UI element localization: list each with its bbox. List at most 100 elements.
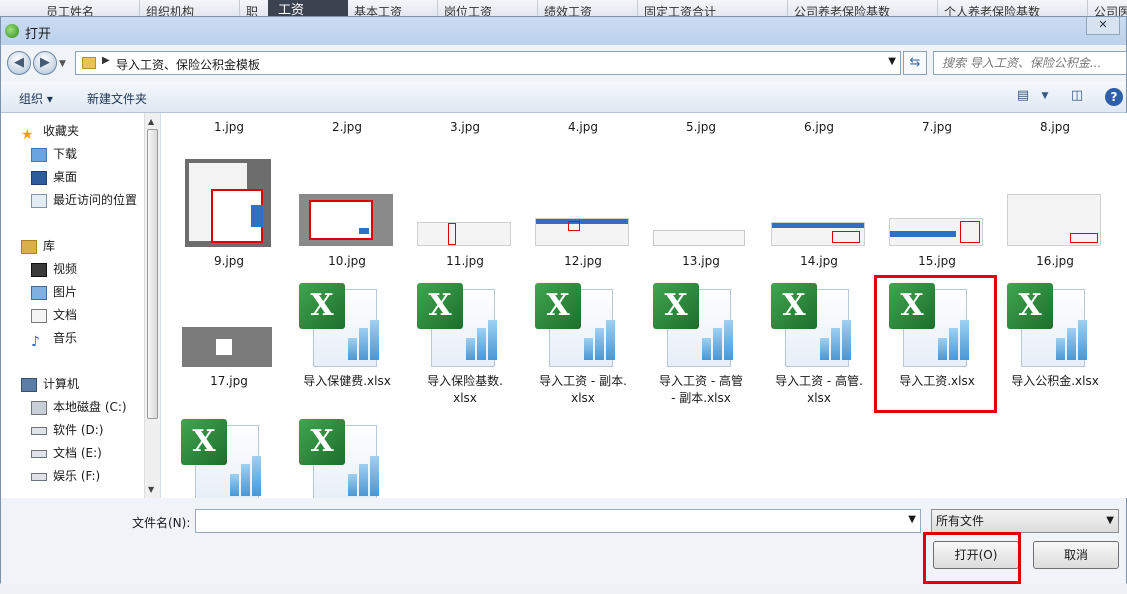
file-name: 8.jpg: [1039, 120, 1071, 134]
file-name: 导入工资 - 副本.: [539, 374, 627, 388]
refresh-icon[interactable]: ⇆: [903, 51, 927, 75]
image-thumbnail[interactable]: [771, 222, 865, 246]
nav-item-documents[interactable]: 文档: [31, 305, 77, 325]
navigation-bar: ◀ ▶ ▼ ▶ 导入工资、保险公积金模板 ▼ ⇆ 搜索 导入工资、保险公积金..…: [1, 47, 1127, 79]
file-name: 2.jpg: [331, 120, 363, 134]
forward-icon[interactable]: ▶: [33, 51, 57, 75]
dialog-footer: 文件名(N): ▼ 所有文件 ▼ 打开(O) 取消: [1, 499, 1126, 584]
nav-scrollbar[interactable]: ▲ ▼: [144, 113, 160, 498]
file-name-continuation: xlsx: [453, 391, 477, 405]
nav-item-videos[interactable]: 视频: [31, 259, 77, 279]
file-name-continuation: xlsx: [807, 391, 831, 405]
view-icon[interactable]: ▤: [1013, 88, 1033, 106]
app-icon: [5, 24, 19, 38]
excel-file-icon[interactable]: X: [299, 283, 379, 367]
nav-item-drive-f[interactable]: 娱乐 (F:): [31, 466, 100, 486]
image-thumbnail[interactable]: [1007, 194, 1101, 246]
file-name: 4.jpg: [567, 120, 599, 134]
recent-pages-dropdown[interactable]: ▼: [59, 59, 66, 69]
nav-label: 计算机: [43, 377, 80, 391]
excel-file-icon[interactable]: X: [1007, 283, 1087, 367]
dialog-title: 打开: [25, 27, 52, 42]
nav-item-drive-d[interactable]: 软件 (D:): [31, 420, 103, 440]
organize-button[interactable]: 组织 ▾: [19, 90, 53, 107]
excel-file-icon[interactable]: X: [181, 419, 261, 498]
image-thumbnail[interactable]: [185, 159, 271, 247]
file-name: 12.jpg: [564, 254, 602, 268]
scroll-thumb[interactable]: [147, 129, 158, 419]
address-dropdown-icon[interactable]: ▼: [888, 56, 896, 67]
image-thumbnail[interactable]: [535, 218, 629, 246]
image-thumbnail[interactable]: [653, 230, 745, 246]
nav-item-desktop[interactable]: 桌面: [31, 167, 77, 187]
library-icon: [21, 239, 37, 254]
file-name: 16.jpg: [1036, 254, 1074, 268]
desktop-icon: [31, 170, 47, 185]
excel-file-icon[interactable]: X: [771, 283, 851, 367]
search-input[interactable]: 搜索 导入工资、保险公积金...: [933, 51, 1127, 75]
filetype-select[interactable]: 所有文件 ▼: [931, 509, 1119, 533]
file-name: 导入工资 - 高管.: [775, 374, 863, 388]
title-bar[interactable]: 打开 ✕: [1, 17, 1126, 45]
spreadsheet-bottom: [0, 583, 1127, 594]
back-icon[interactable]: ◀: [7, 51, 31, 75]
nav-item-drive-e[interactable]: 文档 (E:): [31, 443, 102, 463]
nav-label: 娱乐 (F:): [53, 469, 101, 483]
address-bar[interactable]: ▶ 导入工资、保险公积金模板 ▼: [75, 51, 901, 75]
view-dropdown-icon[interactable]: ▼: [1035, 91, 1055, 109]
file-name: 6.jpg: [803, 120, 835, 134]
nav-libraries[interactable]: 库: [21, 236, 55, 256]
nav-item-drive-c[interactable]: 本地磁盘 (C:): [31, 397, 127, 417]
new-folder-button[interactable]: 新建文件夹: [87, 90, 147, 107]
file-name: 5.jpg: [685, 120, 717, 134]
image-thumbnail[interactable]: [417, 222, 511, 246]
image-thumbnail[interactable]: [299, 194, 393, 246]
image-thumbnail[interactable]: [889, 218, 983, 246]
drive-icon: [31, 400, 47, 415]
excel-file-icon[interactable]: X: [653, 283, 733, 367]
open-file-dialog: 打开 ✕ ◀ ▶ ▼ ▶ 导入工资、保险公积金模板 ▼ ⇆ 搜索 导入工资、保险…: [0, 16, 1127, 584]
file-name: 15.jpg: [918, 254, 956, 268]
excel-file-icon[interactable]: X: [417, 283, 497, 367]
highlight-box: [874, 275, 997, 413]
file-name: 导入公积金.xlsx: [1011, 374, 1099, 388]
nav-item-music[interactable]: ♪ 音乐: [31, 328, 77, 350]
filetype-dropdown-icon[interactable]: ▼: [1106, 510, 1114, 532]
nav-item-downloads[interactable]: 下载: [31, 144, 77, 164]
nav-computer[interactable]: 计算机: [21, 374, 79, 394]
breadcrumb-path[interactable]: 导入工资、保险公积金模板: [116, 56, 260, 73]
image-thumbnail[interactable]: [182, 327, 272, 367]
pictures-icon: [31, 285, 47, 300]
preview-pane-icon[interactable]: ◫: [1067, 88, 1087, 106]
file-name: 导入保健费.xlsx: [303, 374, 391, 388]
highlight-box: [923, 532, 1021, 584]
scroll-up-icon[interactable]: ▲: [148, 117, 154, 126]
scroll-down-icon[interactable]: ▼: [148, 485, 154, 494]
drive-icon: [31, 426, 47, 435]
nav-favorites[interactable]: ★ 收藏夹: [21, 121, 80, 143]
help-icon[interactable]: ?: [1105, 88, 1123, 106]
nav-item-recent[interactable]: 最近访问的位置: [31, 190, 137, 210]
nav-label: 下载: [53, 147, 78, 161]
file-name: 1.jpg: [213, 120, 245, 134]
file-name: 3.jpg: [449, 120, 481, 134]
file-name: 9.jpg: [213, 254, 245, 268]
star-icon: ★: [21, 126, 34, 143]
filename-dropdown-icon[interactable]: ▼: [908, 514, 916, 525]
nav-label: 收藏夹: [43, 124, 80, 138]
nav-label: 文档: [53, 308, 78, 322]
excel-file-icon[interactable]: X: [535, 283, 615, 367]
file-name: 10.jpg: [328, 254, 366, 268]
nav-label: 最近访问的位置: [53, 193, 138, 207]
breadcrumb-separator-icon[interactable]: ▶: [102, 55, 110, 66]
close-button[interactable]: ✕: [1086, 17, 1120, 35]
filename-input[interactable]: ▼: [195, 509, 921, 533]
cancel-button[interactable]: 取消: [1033, 541, 1119, 569]
file-name: 7.jpg: [921, 120, 953, 134]
file-name: 13.jpg: [682, 254, 720, 268]
navigation-pane: ★ 收藏夹 下载 桌面 最近访问的位置 库 视频 图片 文档 ♪ 音乐 计算机: [1, 113, 161, 498]
download-folder-icon: [31, 147, 47, 162]
excel-file-icon[interactable]: X: [299, 419, 379, 498]
nav-item-pictures[interactable]: 图片: [31, 282, 77, 302]
nav-label: 文档 (E:): [53, 446, 102, 460]
